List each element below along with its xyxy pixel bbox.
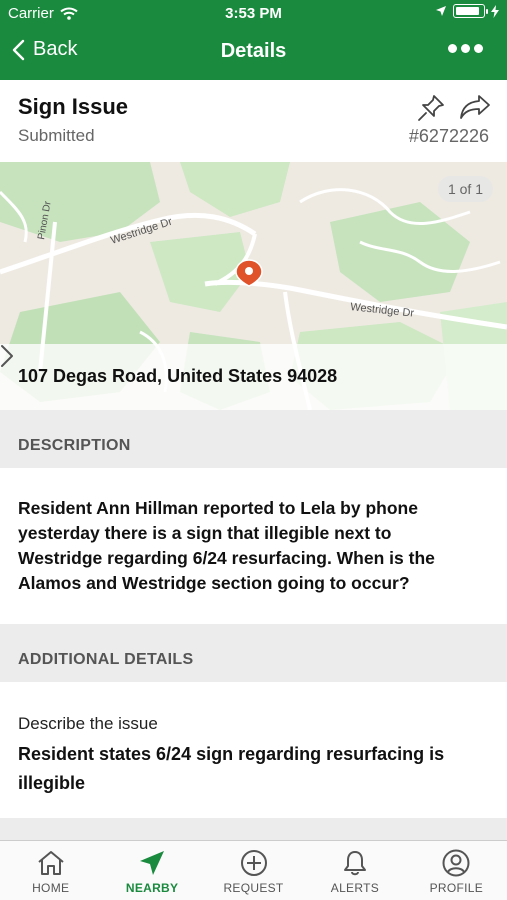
issue-summary: Sign Issue Submitted #6272226 — [0, 80, 507, 162]
location-services-icon — [436, 6, 446, 16]
battery-icon — [453, 4, 488, 18]
person-icon — [442, 849, 470, 877]
navigation-bar: Back Details — [0, 26, 507, 80]
additional-details-header-label: ADDITIONAL DETAILS — [18, 651, 194, 668]
status-bar: Carrier 3:53 PM — [0, 0, 507, 26]
battery-fill — [456, 7, 480, 15]
address-text: 107 Degas Road, United States 94028 — [18, 366, 338, 386]
tab-home-label: HOME — [32, 881, 70, 895]
description-text: Resident Ann Hillman reported to Lela by… — [18, 498, 435, 593]
issue-id: #6272226 — [408, 126, 489, 146]
tab-nearby[interactable]: NEARBY — [101, 841, 202, 900]
tab-alerts[interactable]: ALERTS — [304, 841, 405, 900]
status-right — [435, 4, 499, 18]
issue-map[interactable]: Westridge Dr Westridge Dr Pinon Dr 1 of … — [0, 162, 507, 410]
bell-icon — [343, 851, 366, 876]
tab-alerts-label: ALERTS — [330, 881, 380, 895]
photo-counter: 1 of 1 — [437, 176, 493, 202]
description-header: DESCRIPTION — [0, 410, 507, 468]
tab-request-label: REQUEST — [223, 881, 284, 895]
address-row[interactable]: 107 Degas Road, United States 94028 — [0, 344, 507, 410]
chevron-right-icon — [1, 345, 13, 367]
tab-profile-label: PROFILE — [429, 881, 484, 895]
additional-details-card: Describe the issue Resident states 6/24 … — [0, 682, 507, 818]
status-time: 3:53 PM — [225, 5, 282, 22]
more-options-icon[interactable] — [448, 44, 483, 53]
pin-icon[interactable] — [417, 94, 445, 122]
app-header: Carrier 3:53 PM Back Details — [0, 0, 507, 80]
additional-details-header: ADDITIONAL DETAILS — [0, 624, 507, 682]
field-value: Resident states 6/24 sign regarding resu… — [18, 744, 445, 793]
issue-title: Sign Issue — [18, 94, 129, 119]
tab-profile[interactable]: PROFILE — [406, 841, 507, 900]
tab-bar: HOME NEARBY REQUEST ALERTS PROFILE — [0, 840, 507, 900]
issue-status: Submitted — [18, 126, 95, 145]
field-label: Describe the issue — [18, 714, 158, 733]
charging-bolt-icon — [491, 4, 499, 18]
location-arrow-icon — [140, 851, 165, 875]
tab-nearby-label: NEARBY — [125, 881, 179, 895]
plus-circle-icon — [240, 850, 267, 876]
home-icon — [38, 851, 64, 875]
tab-request[interactable]: REQUEST — [203, 841, 304, 900]
description-header-label: DESCRIPTION — [18, 437, 131, 454]
page-title: Details — [220, 40, 287, 62]
description-card: Resident Ann Hillman reported to Lela by… — [0, 468, 507, 624]
share-icon[interactable] — [459, 94, 491, 120]
tab-home[interactable]: HOME — [0, 841, 101, 900]
